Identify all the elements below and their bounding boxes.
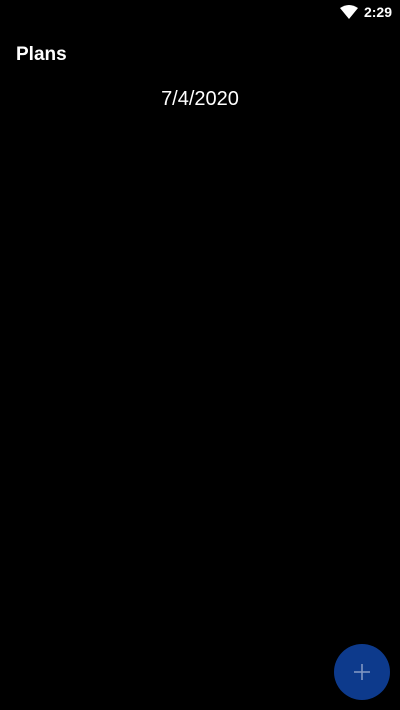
status-bar: 2:29 <box>0 0 400 24</box>
page-title: Plans <box>16 44 67 65</box>
status-time: 2:29 <box>363 4 392 20</box>
plan-date[interactable]: 7/4/2020 <box>0 86 400 112</box>
wifi-icon <box>339 5 358 19</box>
plus-icon <box>354 664 370 680</box>
status-indicators: 2:29 <box>339 3 392 21</box>
add-plan-button[interactable] <box>334 644 390 700</box>
